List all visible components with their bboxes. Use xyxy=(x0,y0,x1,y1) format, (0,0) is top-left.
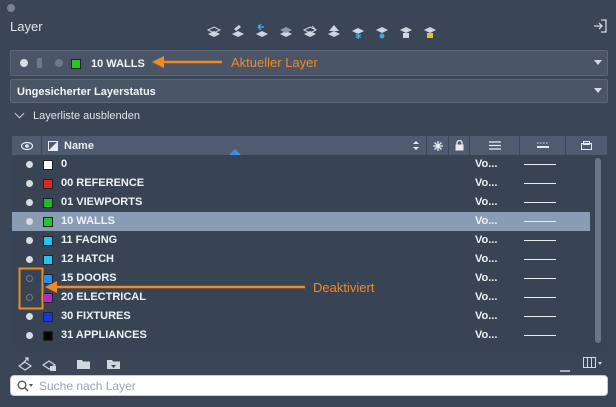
annotation-disabled: Deaktiviert xyxy=(313,280,375,295)
search-input[interactable] xyxy=(39,378,599,394)
search-icon xyxy=(17,380,33,392)
new-layer-icon[interactable] xyxy=(17,356,34,372)
folder-icon[interactable] xyxy=(76,356,92,372)
annotation-arrowhead-current xyxy=(152,56,164,68)
group-filter-icon[interactable] xyxy=(106,356,122,372)
collapse-toolbar-icon[interactable] xyxy=(560,360,570,372)
annotation-current-layer: Aktueller Layer xyxy=(231,55,318,70)
new-layer-vp-frozen-icon[interactable] xyxy=(41,356,58,372)
annotation-box-disabled xyxy=(18,267,44,310)
column-settings-icon[interactable] xyxy=(583,356,602,372)
layer-search[interactable] xyxy=(10,375,608,396)
annotation-arrowhead-disabled xyxy=(45,281,57,293)
